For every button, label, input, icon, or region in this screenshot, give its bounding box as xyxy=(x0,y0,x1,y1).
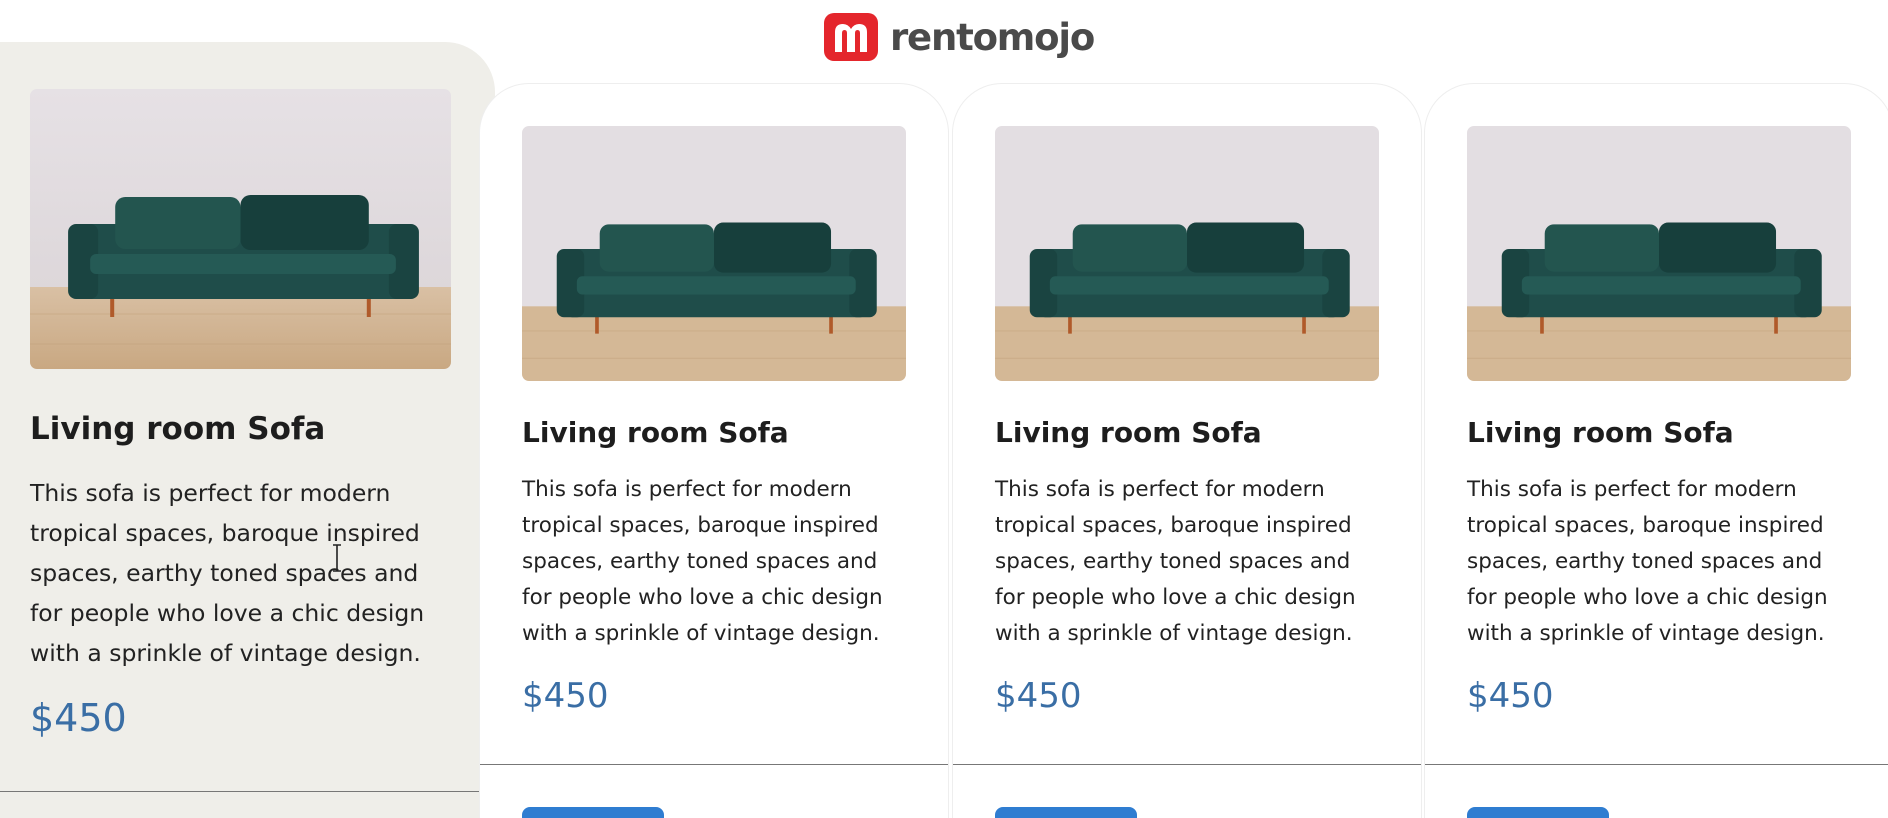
product-title: Living room Sofa xyxy=(1467,416,1734,449)
green-sofa-photo-icon xyxy=(995,126,1379,381)
brand-name: rentomojo xyxy=(890,15,1095,59)
logo-mark-icon xyxy=(824,13,878,61)
sofa-photo[interactable] xyxy=(522,126,906,381)
card-divider xyxy=(480,764,948,765)
green-sofa-photo-icon xyxy=(522,126,906,381)
sofa-photo[interactable] xyxy=(30,89,451,369)
product-price: $450 xyxy=(995,676,1082,716)
card-divider xyxy=(0,791,494,792)
brand-logo[interactable]: rentomojo xyxy=(824,12,1095,62)
product-card-featured[interactable]: Living room Sofa This sofa is perfect fo… xyxy=(0,42,495,818)
product-card[interactable]: Living room Sofa This sofa is perfect fo… xyxy=(479,83,949,818)
green-sofa-photo-icon xyxy=(1467,126,1851,381)
card-action-button[interactable] xyxy=(995,807,1137,818)
product-title: Living room Sofa xyxy=(995,416,1262,449)
card-action-button[interactable] xyxy=(522,807,664,818)
sofa-photo[interactable] xyxy=(995,126,1379,381)
product-description: This sofa is perfect for modern tropical… xyxy=(522,477,883,646)
product-card[interactable]: Living room Sofa This sofa is perfect fo… xyxy=(1424,83,1888,818)
product-title: Living room Sofa xyxy=(522,416,789,449)
sofa-photo[interactable] xyxy=(1467,126,1851,381)
product-price: $450 xyxy=(30,696,127,740)
product-price: $450 xyxy=(522,676,609,716)
product-description: This sofa is perfect for modern tropical… xyxy=(995,477,1356,646)
product-title: Living room Sofa xyxy=(30,411,326,447)
green-sofa-photo-icon xyxy=(30,89,451,369)
product-description: This sofa is perfect for modern tropical… xyxy=(30,479,425,667)
product-card[interactable]: Living room Sofa This sofa is perfect fo… xyxy=(952,83,1422,818)
product-page: rentomojo Living room Sofa This sofa is … xyxy=(0,0,1888,818)
card-action-button[interactable] xyxy=(1467,807,1609,818)
card-divider xyxy=(953,764,1421,765)
product-description: This sofa is perfect for modern tropical… xyxy=(1467,477,1828,646)
product-price: $450 xyxy=(1467,676,1554,716)
card-divider xyxy=(1425,764,1888,765)
